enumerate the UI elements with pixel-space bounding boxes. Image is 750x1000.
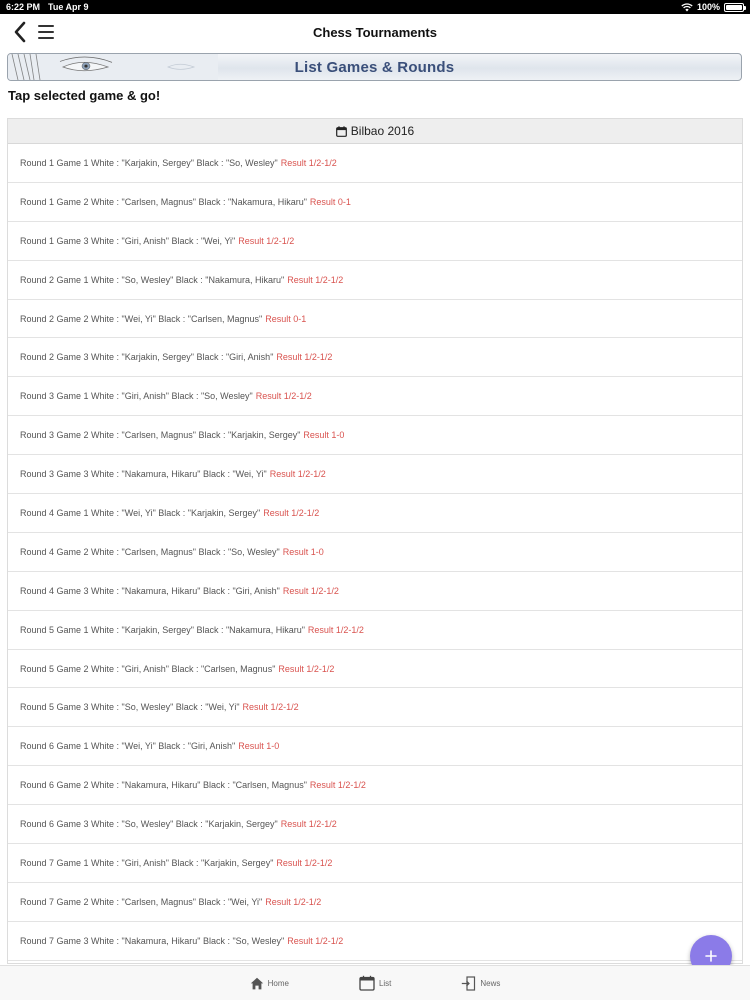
- games-rows: Round 1 Game 1 White : "Karjakin, Sergey…: [8, 144, 742, 961]
- tournament-name: Bilbao 2016: [350, 124, 415, 138]
- game-description: Round 7 Game 2 White : "Carlsen, Magnus"…: [20, 896, 263, 907]
- status-time: 6:22 PM: [6, 2, 41, 12]
- status-bar: 6:22 PM Tue Apr 9 100%: [0, 0, 750, 14]
- news-icon: [462, 975, 476, 991]
- game-description: Round 4 Game 1 White : "Wei, Yi" Black :…: [20, 507, 261, 518]
- game-row[interactable]: Round 1 Game 2 White : "Carlsen, Magnus"…: [8, 183, 742, 222]
- game-result: Result 1-0: [282, 546, 324, 557]
- game-result: Result 1/2-1/2: [309, 780, 366, 791]
- tournament-header: Bilbao 2016: [8, 119, 742, 144]
- game-row[interactable]: Round 5 Game 3 White : "So, Wesley" Blac…: [8, 688, 742, 728]
- game-row[interactable]: Round 3 Game 2 White : "Carlsen, Magnus"…: [8, 416, 742, 456]
- page-title: Chess Tournaments: [312, 24, 437, 40]
- plus-icon: [705, 950, 717, 962]
- instruction-text: Tap selected game & go!: [8, 88, 161, 103]
- game-row[interactable]: Round 1 Game 1 White : "Karjakin, Sergey…: [8, 144, 742, 183]
- tab-home[interactable]: Home: [250, 977, 289, 990]
- game-row[interactable]: Round 7 Game 2 White : "Carlsen, Magnus"…: [8, 883, 742, 922]
- game-result: Result 1/2-1/2: [287, 935, 344, 946]
- game-description: Round 3 Game 1 White : "Giri, Anish" Bla…: [20, 391, 253, 402]
- game-row[interactable]: Round 5 Game 1 White : "Karjakin, Sergey…: [8, 611, 742, 650]
- game-row[interactable]: Round 7 Game 1 White : "Giri, Anish" Bla…: [8, 844, 742, 883]
- game-row[interactable]: Round 7 Game 3 White : "Nakamura, Hikaru…: [8, 922, 742, 961]
- game-row[interactable]: Round 3 Game 3 White : "Nakamura, Hikaru…: [8, 455, 742, 495]
- nav-bar: Chess Tournaments: [0, 14, 750, 50]
- game-row[interactable]: Round 4 Game 3 White : "Nakamura, Hikaru…: [8, 572, 742, 611]
- tab-list-label: List: [378, 978, 392, 988]
- game-row[interactable]: Round 2 Game 1 White : "So, Wesley" Blac…: [8, 261, 742, 300]
- game-description: Round 3 Game 2 White : "Carlsen, Magnus"…: [20, 430, 301, 441]
- game-result: Result 1/2-1/2: [263, 507, 320, 518]
- tab-news-label: News: [480, 978, 501, 988]
- game-result: Result 1/2-1/2: [307, 624, 364, 635]
- chevron-left-icon: [14, 21, 26, 43]
- game-row[interactable]: Round 2 Game 2 White : "Wei, Yi" Black :…: [8, 300, 742, 339]
- game-result: Result 1/2-1/2: [276, 857, 333, 868]
- game-row[interactable]: Round 6 Game 1 White : "Wei, Yi" Black :…: [8, 727, 742, 767]
- game-description: Round 6 Game 3 White : "So, Wesley" Blac…: [20, 819, 278, 830]
- home-icon: [250, 977, 263, 989]
- games-list: Bilbao 2016 Round 1 Game 1 White : "Karj…: [7, 118, 743, 964]
- game-result: Result 1/2-1/2: [269, 469, 326, 480]
- game-result: Result 1/2-1/2: [238, 235, 295, 246]
- game-description: Round 1 Game 1 White : "Karjakin, Sergey…: [20, 157, 278, 168]
- game-description: Round 7 Game 3 White : "Nakamura, Hikaru…: [20, 935, 285, 946]
- game-result: Result 1/2-1/2: [280, 157, 337, 168]
- tab-bar: Home List News: [0, 965, 750, 1000]
- banner-title: List Games & Rounds: [294, 58, 455, 76]
- game-description: Round 1 Game 3 White : "Giri, Anish" Bla…: [20, 235, 236, 246]
- game-row[interactable]: Round 3 Game 1 White : "Giri, Anish" Bla…: [8, 377, 742, 417]
- game-row[interactable]: Round 2 Game 3 White : "Karjakin, Sergey…: [8, 338, 742, 378]
- game-row[interactable]: Round 5 Game 2 White : "Giri, Anish" Bla…: [8, 650, 742, 689]
- wifi-icon: [681, 2, 693, 11]
- tab-list[interactable]: List: [359, 975, 391, 991]
- game-description: Round 3 Game 3 White : "Nakamura, Hikaru…: [20, 469, 267, 480]
- game-description: Round 1 Game 2 White : "Carlsen, Magnus"…: [20, 196, 307, 207]
- tab-home-label: Home: [267, 978, 289, 988]
- hamburger-line: [38, 31, 54, 33]
- game-result: Result 1/2-1/2: [282, 585, 339, 596]
- game-description: Round 5 Game 1 White : "Karjakin, Sergey…: [20, 624, 305, 635]
- game-description: Round 2 Game 2 White : "Wei, Yi" Black :…: [20, 313, 263, 324]
- game-row[interactable]: Round 6 Game 3 White : "So, Wesley" Blac…: [8, 805, 742, 845]
- game-result: Result 1/2-1/2: [265, 896, 322, 907]
- game-result: Result 1-0: [303, 430, 345, 441]
- hamburger-line: [38, 25, 54, 27]
- banner-artwork: [8, 54, 218, 80]
- hamburger-line: [38, 37, 54, 39]
- calendar-icon: [335, 125, 347, 137]
- game-row[interactable]: Round 4 Game 1 White : "Wei, Yi" Black :…: [8, 494, 742, 533]
- calendar-icon: [359, 975, 375, 991]
- game-result: Result 1/2-1/2: [287, 274, 344, 285]
- game-row[interactable]: Round 6 Game 2 White : "Nakamura, Hikaru…: [8, 766, 742, 806]
- game-description: Round 6 Game 1 White : "Wei, Yi" Black :…: [20, 741, 236, 752]
- game-result: Result 1/2-1/2: [278, 663, 335, 674]
- tab-news[interactable]: News: [461, 975, 501, 991]
- game-description: Round 4 Game 2 White : "Carlsen, Magnus"…: [20, 546, 280, 557]
- game-result: Result 1/2-1/2: [276, 352, 333, 363]
- game-description: Round 2 Game 3 White : "Karjakin, Sergey…: [20, 352, 274, 363]
- game-result: Result 1/2-1/2: [242, 702, 299, 713]
- game-result: Result 0-1: [309, 196, 351, 207]
- game-description: Round 7 Game 1 White : "Giri, Anish" Bla…: [20, 857, 274, 868]
- status-date: Tue Apr 9: [48, 2, 89, 12]
- game-description: Round 5 Game 3 White : "So, Wesley" Blac…: [20, 702, 240, 713]
- battery-icon: [724, 2, 746, 12]
- game-result: Result 0-1: [265, 313, 307, 324]
- game-row[interactable]: Round 4 Game 2 White : "Carlsen, Magnus"…: [8, 533, 742, 572]
- menu-button[interactable]: [38, 20, 58, 44]
- game-row[interactable]: Round 1 Game 3 White : "Giri, Anish" Bla…: [8, 222, 742, 261]
- game-description: Round 5 Game 2 White : "Giri, Anish" Bla…: [20, 663, 276, 674]
- game-description: Round 4 Game 3 White : "Nakamura, Hikaru…: [20, 585, 280, 596]
- status-right: 100%: [681, 2, 746, 12]
- game-result: Result 1/2-1/2: [280, 819, 337, 830]
- game-description: Round 6 Game 2 White : "Nakamura, Hikaru…: [20, 780, 307, 791]
- header-banner: List Games & Rounds: [7, 53, 742, 81]
- game-result: Result 1-0: [238, 741, 280, 752]
- back-button[interactable]: [8, 18, 32, 46]
- battery-percent: 100%: [696, 2, 720, 12]
- game-description: Round 2 Game 1 White : "So, Wesley" Blac…: [20, 274, 285, 285]
- game-result: Result 1/2-1/2: [255, 391, 312, 402]
